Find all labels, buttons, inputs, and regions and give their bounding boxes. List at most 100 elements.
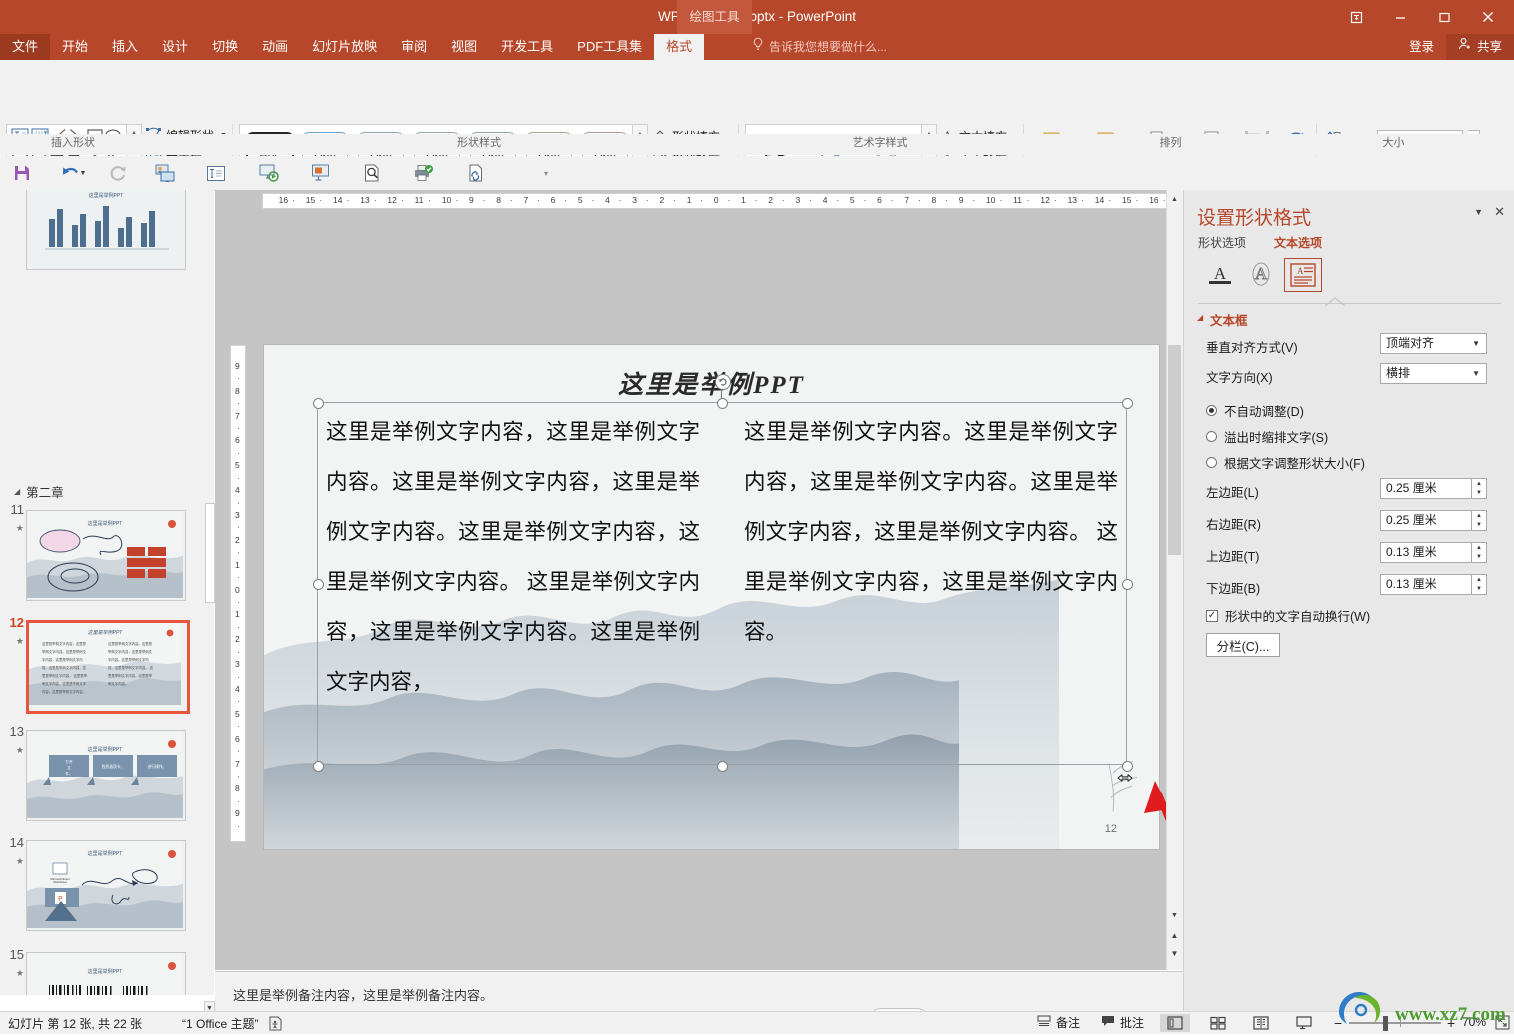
- right-margin-spinner[interactable]: ▲ ▼: [1472, 510, 1487, 531]
- section-expand-icon[interactable]: ◢: [1197, 313, 1203, 322]
- ribbon-tab-10[interactable]: PDF工具集: [565, 34, 654, 60]
- thumbnail-slide-14[interactable]: 这里是举例PPT Microsoft Excel Worksheet P: [26, 840, 186, 931]
- bottom-margin-spinner[interactable]: ▲ ▼: [1472, 574, 1487, 595]
- section-collapse-icon[interactable]: ◢: [14, 487, 20, 496]
- scroll-up-icon[interactable]: ▲: [1167, 192, 1182, 207]
- horizontal-ruler[interactable]: 16 · 15 · 14 · 13 · 12 · 11 · 10 · 9 · 8 · 7 · 6 · 5 · 4 · 3 · 2 · 1 · 0…: [262, 193, 1187, 209]
- resize-handle-top-left[interactable]: [313, 398, 324, 409]
- text-direction-select[interactable]: 横排 ▼: [1380, 363, 1487, 384]
- scroll-thumb[interactable]: [1168, 345, 1181, 555]
- spin-up-icon[interactable]: ▲: [1472, 479, 1486, 489]
- qat-more-icon[interactable]: ▾: [540, 161, 552, 185]
- ribbon-tab-1[interactable]: 开始: [50, 34, 100, 60]
- radio-resize-shape[interactable]: 根据文字调整形状大小(F): [1206, 453, 1365, 472]
- rotate-handle[interactable]: [715, 374, 731, 390]
- comments-toggle[interactable]: 批注: [1101, 1014, 1144, 1031]
- close-icon[interactable]: [1466, 2, 1510, 32]
- left-margin-input[interactable]: 0.25 厘米: [1380, 478, 1472, 499]
- start-from-current-slide-icon[interactable]: [153, 161, 177, 185]
- spin-up-icon[interactable]: ▲: [1472, 575, 1486, 585]
- slide-editing-area[interactable]: 这里是举例PPT 12 这里是举例文字内容，这里是举例文字内容。这里是举例文字内…: [215, 190, 1209, 970]
- vertical-align-select[interactable]: 顶端对齐 ▼: [1380, 333, 1487, 354]
- chevron-down-icon[interactable]: ▼: [1472, 364, 1480, 383]
- spin-up-icon[interactable]: ▲: [1472, 511, 1486, 521]
- thumbnail-scroll-thumb[interactable]: [205, 503, 215, 603]
- top-margin-spinner[interactable]: ▲ ▼: [1472, 542, 1487, 563]
- resize-handle-top-right[interactable]: [1122, 398, 1133, 409]
- slide-canvas[interactable]: 这里是举例PPT 12 这里是举例文字内容，这里是举例文字内容。这里是举例文字内…: [264, 345, 1159, 849]
- ribbon-tab-5[interactable]: 动画: [250, 34, 300, 60]
- ribbon-tab-2[interactable]: 插入: [100, 34, 150, 60]
- sign-in-button[interactable]: 登录: [1397, 34, 1446, 60]
- minimize-icon[interactable]: [1378, 2, 1422, 32]
- tab-shape-options[interactable]: 形状选项: [1198, 234, 1246, 251]
- textbox-column-2[interactable]: 这里是举例文字内容。这里是举例文字内容，这里是举例文字内容。这里是举例文字内容，…: [744, 407, 1118, 657]
- close-icon[interactable]: ✕: [1494, 204, 1505, 220]
- slide-position-label[interactable]: 幻灯片 第 12 张, 共 22 张: [8, 1015, 142, 1032]
- normal-view-icon[interactable]: [1160, 1014, 1190, 1032]
- undo-dropdown-icon[interactable]: ▼: [78, 161, 88, 185]
- thumbnail-slide-12[interactable]: 这里是举例PPT 这里是举例文字内容，这里是 举例文字内容。这里是举例文 字内容…: [26, 620, 190, 714]
- chevron-down-icon[interactable]: ▼: [1472, 334, 1480, 353]
- thumbnail-slide-13[interactable]: 这里是举例PPT 打开 文 件。 找到选项卡； 进行操作。: [26, 730, 186, 821]
- share-button[interactable]: 共享: [1445, 34, 1514, 60]
- ribbon-tab-7[interactable]: 审阅: [389, 34, 439, 60]
- ribbon-tab-0[interactable]: 文件: [0, 34, 51, 60]
- vertical-ruler[interactable]: 9 · 8 · 7 · 6 · 5 · 4 · 3 · 2 · 1 · 0 · 1 · 2 · 3 · 4 · 5 · 6 · 7 · 8 · 9 ·: [230, 345, 246, 842]
- resize-handle-bottom-center[interactable]: [717, 761, 728, 772]
- print-preview-icon[interactable]: [360, 161, 384, 185]
- save-icon[interactable]: [10, 161, 34, 185]
- resize-handle-middle-left[interactable]: [313, 579, 324, 590]
- wrap-text-checkbox[interactable]: ✓ 形状中的文字自动换行(W): [1206, 606, 1370, 625]
- slide-thumbnail-pane[interactable]: 这里是举例PPT ◢ 第二章 11 ★ 这里是举例PPT 12 ★ 这里是举例P…: [0, 190, 205, 995]
- left-margin-spinner[interactable]: ▲ ▼: [1472, 478, 1487, 499]
- hyperlink-doc-icon[interactable]: [464, 161, 488, 185]
- slide-area-scrollbar[interactable]: [1166, 190, 1184, 970]
- present-icon[interactable]: [308, 161, 332, 185]
- textbox-columns[interactable]: 这里是举例文字内容，这里是举例文字内容。这里是举例文字内容，这里是举例文字内容。…: [326, 407, 1118, 759]
- radio-shrink-text[interactable]: 溢出时缩排文字(S): [1206, 427, 1328, 446]
- section-header-2[interactable]: ◢ 第二章: [14, 482, 64, 501]
- start-slideshow-icon[interactable]: [257, 161, 281, 185]
- spin-down-icon[interactable]: ▼: [1472, 489, 1486, 499]
- pane-options-icon[interactable]: ▼: [1474, 207, 1483, 217]
- slide-sorter-icon[interactable]: [1203, 1014, 1233, 1032]
- next-slide-button[interactable]: ▼: [1167, 946, 1182, 961]
- columns-button[interactable]: 分栏(C)...: [1206, 633, 1280, 657]
- print-check-icon[interactable]: [412, 161, 436, 185]
- right-margin-input[interactable]: 0.25 厘米: [1380, 510, 1472, 531]
- accessibility-check-icon[interactable]: [268, 1016, 283, 1034]
- previous-slide-button[interactable]: ▲: [1167, 928, 1182, 943]
- thumbnail-partial-top[interactable]: 这里是举例PPT: [26, 190, 186, 270]
- new-textbox-icon[interactable]: [204, 161, 228, 185]
- ribbon-tab-6[interactable]: 幻灯片放映: [300, 34, 389, 60]
- slide-title-text[interactable]: 这里是举例PPT: [264, 365, 1159, 401]
- reading-view-icon[interactable]: [1246, 1014, 1276, 1032]
- radio-no-autofit[interactable]: 不自动调整(D): [1206, 401, 1304, 420]
- resize-handle-bottom-left[interactable]: [313, 761, 324, 772]
- maximize-icon[interactable]: [1422, 2, 1466, 32]
- resize-handle-middle-right[interactable]: [1122, 579, 1133, 590]
- textbox-column-1[interactable]: 这里是举例文字内容，这里是举例文字内容。这里是举例文字内容，这里是举例文字内容。…: [326, 407, 700, 707]
- ribbon-tab-11[interactable]: 格式: [654, 34, 705, 60]
- ribbon-tab-4[interactable]: 切换: [200, 34, 250, 60]
- ribbon-tab-9[interactable]: 开发工具: [489, 34, 565, 60]
- notes-text[interactable]: 这里是举例备注内容，这里是举例备注内容。: [233, 985, 493, 1004]
- scroll-down-icon[interactable]: ▼: [1167, 908, 1182, 923]
- ribbon-tab-8[interactable]: 视图: [439, 34, 489, 60]
- bottom-margin-input[interactable]: 0.13 厘米: [1380, 574, 1472, 595]
- ribbon-tab-3[interactable]: 设计: [150, 34, 200, 60]
- text-fill-icon[interactable]: A: [1202, 258, 1238, 290]
- thumbnail-slide-15[interactable]: 这里是举例PPT 物流、食品、医学类万物码 工业企业识别 商品条形码: [26, 952, 186, 995]
- redo-icon[interactable]: [106, 161, 130, 185]
- notes-toggle[interactable]: 备注: [1037, 1014, 1080, 1031]
- tell-me-search[interactable]: 告诉我您想要做什么...: [752, 34, 887, 60]
- text-effects-icon[interactable]: A: [1243, 258, 1279, 290]
- top-margin-input[interactable]: 0.13 厘米: [1380, 542, 1472, 563]
- textbox-layout-icon[interactable]: A: [1284, 258, 1322, 292]
- slideshow-view-icon[interactable]: [1289, 1014, 1319, 1032]
- spin-down-icon[interactable]: ▼: [1472, 521, 1486, 531]
- restore-down-icon[interactable]: [1334, 2, 1378, 32]
- theme-name-label[interactable]: “1 Office 主题”: [182, 1015, 258, 1032]
- tab-text-options[interactable]: 文本选项: [1274, 234, 1322, 251]
